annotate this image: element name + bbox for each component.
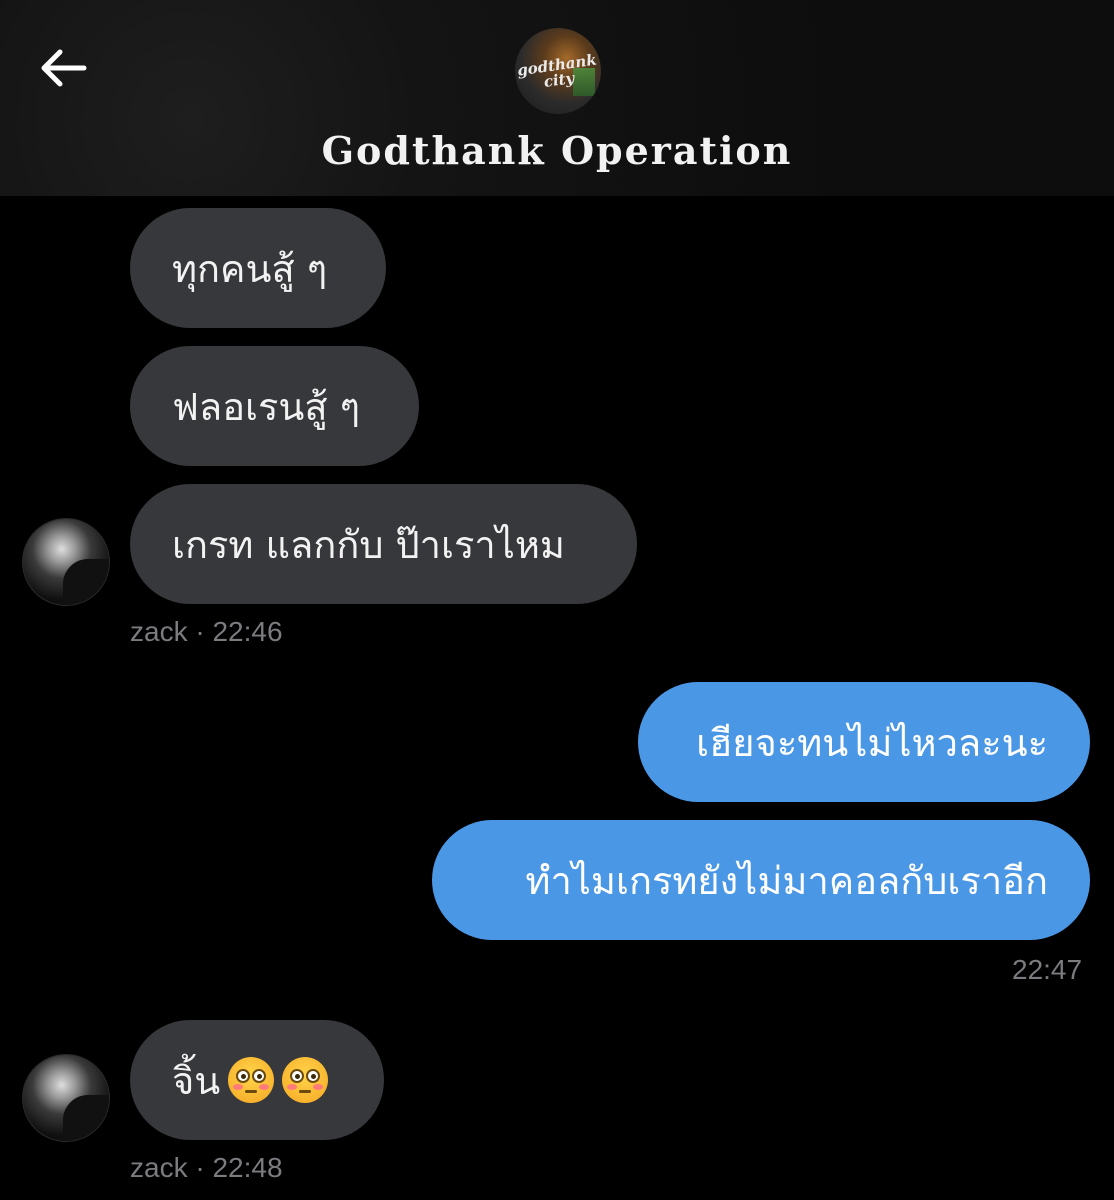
sender-name: zack xyxy=(130,616,188,647)
message-bubble-outgoing[interactable]: เฮียจะทนไม่ไหวละนะ xyxy=(638,682,1090,802)
message-bubble-outgoing[interactable]: ทำไมเกรทยังไม่มาคอลกับเราอีก xyxy=(432,820,1090,940)
group-title[interactable]: Godthank Operation xyxy=(0,128,1114,173)
message-text: เฮียจะทนไม่ไหวละนะ xyxy=(696,720,1048,765)
message-text: เกรท แลกกับ ป๊าเราไหม xyxy=(172,522,565,567)
message-bubble-incoming[interactable]: ฟลอเรนสู้ ๆ xyxy=(130,346,419,466)
message-meta: zack · 22:46 xyxy=(130,616,283,648)
sender-avatar[interactable] xyxy=(22,1054,110,1142)
arrow-left-icon xyxy=(41,49,87,87)
group-avatar[interactable]: godthank city xyxy=(515,28,601,114)
message-text: ทำไมเกรทยังไม่มาคอลกับเราอีก xyxy=(525,858,1048,903)
back-button[interactable] xyxy=(28,36,98,100)
sender-avatar[interactable] xyxy=(22,518,110,606)
message-meta: zack · 22:48 xyxy=(130,1152,283,1184)
flushed-face-emoji-icon xyxy=(282,1057,329,1103)
message-text: จิ้น xyxy=(172,1058,221,1103)
message-text: ทุกคนสู้ ๆ xyxy=(172,246,328,291)
chat-header: godthank city Godthank Operation xyxy=(0,0,1114,196)
timestamp: · 22:48 xyxy=(195,1152,283,1183)
message-text: ฟลอเรนสู้ ๆ xyxy=(172,384,361,429)
message-bubble-incoming[interactable]: เกรท แลกกับ ป๊าเราไหม xyxy=(130,484,637,604)
message-bubble-incoming[interactable]: จิ้น xyxy=(130,1020,384,1140)
timestamp: · 22:46 xyxy=(195,616,283,647)
flushed-face-emoji-icon xyxy=(228,1057,275,1103)
message-bubble-incoming[interactable]: ทุกคนสู้ ๆ xyxy=(130,208,386,328)
timestamp: 22:47 xyxy=(1012,954,1083,985)
sender-name: zack xyxy=(130,1152,188,1183)
